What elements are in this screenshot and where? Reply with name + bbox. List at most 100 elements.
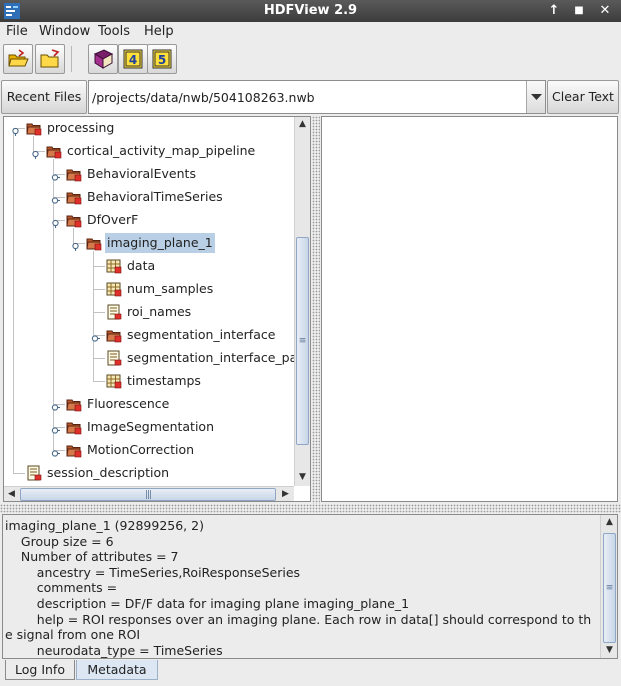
grip-icon: ≡ xyxy=(605,583,614,593)
help-book-icon xyxy=(93,49,114,69)
info-line: e signal from one ROI xyxy=(5,627,141,643)
tree-connector-line xyxy=(93,266,105,267)
tree-node-label: ImageSegmentation xyxy=(87,419,215,434)
tree-node-label: timestamps xyxy=(127,373,201,388)
text-dataset-icon xyxy=(27,465,42,481)
window-maximize-button[interactable]: ■ xyxy=(571,3,587,19)
tree-connector-line xyxy=(13,132,14,473)
tree-connector-line xyxy=(13,473,25,474)
tree-expand-handle-icon[interactable] xyxy=(51,423,60,434)
scroll-thumb[interactable]: ≡ xyxy=(603,533,616,643)
scroll-thumb-horizontal[interactable]: ||| xyxy=(20,488,276,501)
tree-collapse-handle-icon[interactable] xyxy=(51,216,60,228)
tree-node-label: segmentation_interface_pa xyxy=(127,350,298,365)
tree-horizontal-scrollbar[interactable]: ◀ ||| ▶ xyxy=(4,486,294,501)
menu-bar: File Window Tools Help xyxy=(0,22,621,42)
scroll-down-button[interactable]: ▼ xyxy=(602,643,617,658)
folder-icon xyxy=(106,330,122,343)
window-title: HDFView 2.9 xyxy=(263,3,358,18)
folder-icon xyxy=(66,399,82,412)
open-file-button[interactable] xyxy=(3,44,33,74)
tree-expand-handle-icon[interactable] xyxy=(91,331,100,342)
scroll-right-button[interactable]: ▶ xyxy=(278,487,293,501)
open-file-icon xyxy=(8,49,29,67)
info-line: comments = xyxy=(5,580,122,596)
dataset-icon xyxy=(106,259,122,274)
scroll-thumb[interactable]: ≡ xyxy=(296,237,309,445)
folder-icon xyxy=(66,169,82,182)
tree-node-label: num_samples xyxy=(127,281,214,296)
tree-collapse-handle-icon[interactable] xyxy=(31,147,40,159)
window-shade-button[interactable]: ↑ xyxy=(546,3,562,19)
tree-collapse-handle-icon[interactable] xyxy=(11,124,20,136)
close-file-icon xyxy=(40,49,60,68)
dataset-icon xyxy=(106,282,122,297)
tree-connector-line xyxy=(93,358,105,359)
close-file-button[interactable] xyxy=(35,44,65,74)
tree-connector-line xyxy=(93,312,105,313)
tree-node-label: cortical_activity_map_pipeline xyxy=(67,143,256,158)
hdf5-library-icon: 5 xyxy=(152,49,172,69)
hdf4-label: 4 xyxy=(129,53,137,67)
info-line: Number of attributes = 7 xyxy=(5,549,179,565)
info-line: description = DF/F data for imaging plan… xyxy=(5,596,410,611)
info-line: imaging_plane_1 (92899256, 2) xyxy=(5,518,204,533)
grip-icon: ||| xyxy=(144,489,152,500)
tree-expand-handle-icon[interactable] xyxy=(51,170,60,181)
title-bar[interactable]: HDFView 2.9 ↑ ■ ✕ xyxy=(0,0,621,22)
tree-expand-handle-icon[interactable] xyxy=(51,446,60,457)
tree-node-label: Fluorescence xyxy=(87,396,170,411)
horizontal-splitter[interactable] xyxy=(0,504,621,513)
menu-tools[interactable]: Tools xyxy=(98,24,130,39)
tree-expand-handle-icon[interactable] xyxy=(51,400,60,411)
combo-dropdown-button[interactable] xyxy=(526,81,545,113)
hdf5-library-button[interactable]: 5 xyxy=(147,44,177,74)
tree-node-label: session_description xyxy=(47,465,170,480)
tree-collapse-handle-icon[interactable] xyxy=(71,239,80,251)
folder-open-icon xyxy=(66,215,82,228)
info-line: neurodata_type = TimeSeries xyxy=(5,642,223,658)
toolbar: 4 5 xyxy=(0,42,621,78)
tree-connector-line xyxy=(93,289,105,290)
hdf4-library-icon: 4 xyxy=(123,49,143,69)
info-vertical-scrollbar[interactable]: ▲ ≡ ▼ xyxy=(600,515,617,658)
vertical-splitter[interactable] xyxy=(312,116,320,504)
tree-node-label: BehavioralTimeSeries xyxy=(87,189,223,204)
hdf5-label: 5 xyxy=(158,53,166,67)
tree-node-label: processing xyxy=(47,120,115,135)
tree-node-label: MotionCorrection xyxy=(87,442,195,457)
hdf4-library-button[interactable]: 4 xyxy=(118,44,148,74)
tree-node-label: BehavioralEvents xyxy=(87,166,196,181)
folder-icon xyxy=(66,422,82,435)
tree-expand-handle-icon[interactable] xyxy=(51,193,60,204)
file-path-combobox[interactable]: /projects/data/nwb/504108263.nwb xyxy=(88,80,546,114)
scroll-down-button[interactable]: ▼ xyxy=(295,470,310,485)
tree-node-label: roi_names xyxy=(127,304,192,319)
folder-open-icon xyxy=(26,123,42,136)
tree-node-label: segmentation_interface xyxy=(127,327,276,342)
content-panel[interactable] xyxy=(321,116,618,502)
toolbar-separator xyxy=(71,46,72,72)
help-button[interactable] xyxy=(88,44,118,74)
tree-vertical-scrollbar[interactable]: ▲ ≡ ▼ xyxy=(294,117,310,486)
tree-node-label: data xyxy=(127,258,156,273)
info-line: help = ROI responses over an imaging pla… xyxy=(5,611,592,627)
scroll-up-button[interactable]: ▲ xyxy=(295,117,310,132)
menu-file[interactable]: File xyxy=(6,24,28,39)
folder-icon xyxy=(66,192,82,205)
clear-text-button[interactable]: Clear Text xyxy=(547,80,619,114)
info-line: ancestry = TimeSeries,RoiResponseSeries xyxy=(5,564,301,580)
info-panel[interactable]: imaging_plane_1 (92899256, 2) Group size… xyxy=(2,514,618,659)
menu-window[interactable]: Window xyxy=(39,24,90,39)
menu-help[interactable]: Help xyxy=(144,24,174,39)
chevron-down-icon xyxy=(531,94,542,100)
scroll-up-button[interactable]: ▲ xyxy=(602,515,617,530)
file-path-value[interactable]: /projects/data/nwb/504108263.nwb xyxy=(92,90,315,105)
tab-metadata[interactable]: Metadata xyxy=(76,660,158,680)
text-dataset-icon xyxy=(107,350,122,366)
tab-log-info[interactable]: Log Info xyxy=(5,660,75,680)
window-close-button[interactable]: ✕ xyxy=(597,3,613,19)
scroll-left-button[interactable]: ◀ xyxy=(4,487,19,501)
recent-files-button[interactable]: Recent Files xyxy=(1,80,87,114)
tree-node-label: imaging_plane_1 xyxy=(105,233,215,253)
